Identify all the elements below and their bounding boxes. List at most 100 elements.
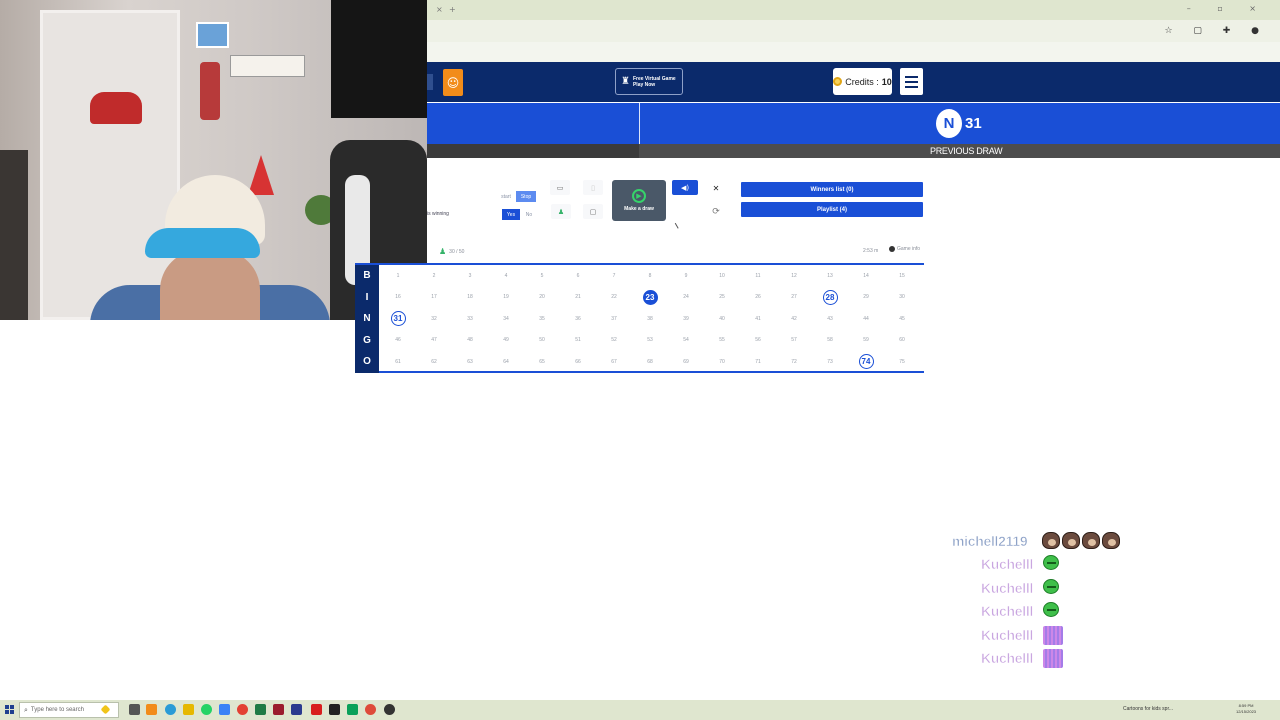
make-draw-button[interactable]: ▶ Make a draw (612, 180, 666, 221)
board-cell: 19 (491, 287, 521, 309)
chat-username[interactable]: Kuchelll (981, 626, 1034, 643)
stop-toggle[interactable]: Stop (516, 191, 536, 202)
free-virtual-game-button[interactable]: ♜ Free Virtual Game Play Now (615, 68, 683, 95)
board-cell-number: 14 (863, 272, 869, 279)
board-cell-number: 67 (611, 358, 617, 365)
bear-emote-icon (1042, 532, 1060, 549)
chrome-alt-icon[interactable] (365, 704, 376, 715)
board-cell-number: 13 (827, 272, 833, 279)
credits-button[interactable]: Credits : 10 (833, 68, 892, 95)
youtube-icon[interactable] (311, 704, 322, 715)
start-toggle[interactable]: start (497, 191, 515, 202)
board-cell: 37 (599, 308, 629, 330)
close-icon[interactable]: ✕ (708, 181, 724, 195)
edge-icon[interactable] (165, 704, 176, 715)
board-row-letter: G (355, 329, 379, 351)
previous-draw-bar-left (427, 144, 639, 158)
sound-button[interactable]: ◀) (672, 180, 698, 195)
board-cell-number: 46 (395, 337, 401, 344)
no-toggle[interactable]: No (521, 209, 537, 220)
user-icon: ☺ (446, 75, 460, 90)
board-cell: 55 (707, 330, 737, 352)
app-black-icon[interactable] (329, 704, 340, 715)
board-cell: 54 (671, 330, 701, 352)
refresh-icon[interactable]: ⟳ (706, 204, 726, 219)
site-header: ☺ ♜ Free Virtual Game Play Now Credits :… (427, 62, 1280, 102)
board-cell: 59 (851, 330, 881, 352)
chat-message: Kuchelll (950, 647, 1150, 669)
app-orange-icon[interactable] (146, 704, 157, 715)
tray-media-title[interactable]: Cartoons for kids spr... (1123, 706, 1173, 712)
board-cell: 27 (779, 287, 809, 309)
app-blue-icon[interactable] (219, 704, 230, 715)
board-cell: 29 (851, 287, 881, 309)
chrome-icon[interactable] (237, 704, 248, 715)
monitor-icon[interactable]: ▭ (550, 180, 570, 195)
tray-clock[interactable]: 8:59 PM 12/15/2023 (1236, 703, 1256, 715)
yes-toggle[interactable]: Yes (502, 209, 520, 220)
board-cell-number: 17 (431, 294, 437, 301)
board-cell: 21 (563, 287, 593, 309)
hamburger-menu-button[interactable] (900, 68, 923, 95)
previous-draw-label: PREVIOUS DRAW (930, 146, 1003, 156)
app-green-icon[interactable] (347, 704, 358, 715)
app-navy-icon[interactable] (291, 704, 302, 715)
chat-icon[interactable]: ▢ (583, 204, 603, 219)
board-cell-number: 62 (431, 358, 437, 365)
new-tab-icon[interactable]: + (449, 5, 456, 14)
playlist-button[interactable]: Playlist (4) (741, 202, 923, 217)
board-row-letter: N (355, 308, 379, 330)
board-cell-number: 12 (791, 272, 797, 279)
stream-chat: michell2119 Kuchelll Kuchelll Kuchelll Kuche… (950, 530, 1150, 675)
pepe-emote-icon (1043, 555, 1059, 571)
board-cell-number: 36 (575, 315, 581, 322)
board-row-g: G 46 47 48 49 50 51 52 53 54 55 56 57 58 59 60 (355, 329, 924, 352)
board-row-b: B 1 2 3 4 5 6 7 8 9 10 11 12 13 14 15 (355, 265, 924, 287)
board-cell: 2 (419, 265, 449, 287)
tab-close-icon[interactable]: × (436, 5, 443, 14)
board-cell-number: 63 (467, 358, 473, 365)
board-cell-number: 58 (827, 337, 833, 344)
chat-username[interactable]: michell2119 (952, 533, 1028, 550)
webcam-wall-sign (230, 55, 305, 77)
profile-button[interactable]: ☺ (443, 69, 463, 96)
chat-username[interactable]: Kuchelll (981, 579, 1034, 596)
whatsapp-icon[interactable] (201, 704, 212, 715)
board-cell: 16 (383, 287, 413, 309)
task-view-icon[interactable] (129, 704, 140, 715)
windows-start-icon[interactable] (5, 705, 14, 714)
header-left-button[interactable] (427, 74, 433, 90)
obs-icon[interactable] (384, 704, 395, 715)
game-info-button[interactable]: Game info (889, 246, 920, 252)
file-explorer-icon[interactable] (183, 704, 194, 715)
board-cell-number: 24 (683, 294, 689, 301)
board-cell-number: 45 (899, 315, 905, 322)
controller-icon: ♜ (621, 76, 630, 87)
game-controls: is winning start Stop Yes No ▭ ▯ ♟ ▢ ▶ M… (427, 178, 927, 238)
browser-toolbar-icons[interactable]: ☆ ▢ ✚ ● (1164, 26, 1268, 36)
bear-emote-icon (1102, 532, 1120, 549)
board-cell: 31 (383, 308, 413, 330)
menu-bar (905, 80, 918, 83)
board-cell: 71 (743, 351, 773, 373)
board-cell: 47 (419, 330, 449, 352)
excel-icon[interactable] (255, 704, 266, 715)
board-cell: 75 (887, 351, 917, 373)
previous-draw-bar: PREVIOUS DRAW (427, 144, 1280, 158)
board-cell-number: 22 (611, 294, 617, 301)
person-icon[interactable]: ♟ (551, 204, 571, 219)
chat-username[interactable]: Kuchelll (981, 650, 1034, 667)
winners-list-button[interactable]: Winners list (0) (741, 182, 923, 197)
lock-icon[interactable]: ▯ (583, 180, 603, 195)
board-cell-number: 38 (647, 315, 653, 322)
window-controls[interactable]: – ▫ × (1187, 4, 1268, 13)
chat-username[interactable]: Kuchelll (981, 556, 1034, 573)
coin-icon (833, 77, 843, 86)
chat-username[interactable]: Kuchelll (981, 603, 1034, 620)
virtual-game-line2: Play Now (632, 81, 656, 88)
board-cell: 26 (743, 287, 773, 309)
address-bar[interactable]: ☆ ▢ ✚ ● (427, 20, 1280, 42)
board-cell: 74 (851, 351, 881, 373)
board-cell: 66 (563, 351, 593, 373)
app-red-icon[interactable] (273, 704, 284, 715)
